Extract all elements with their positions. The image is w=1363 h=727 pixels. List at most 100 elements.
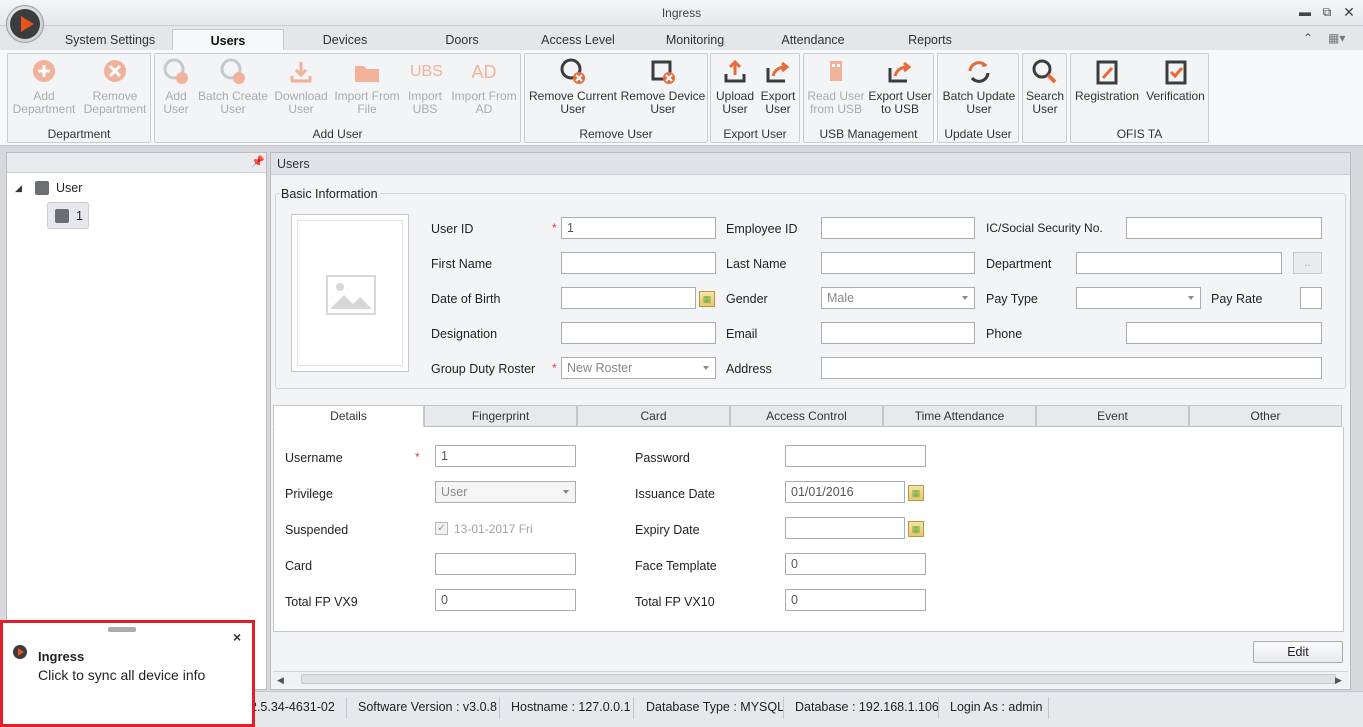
- notification-close-icon[interactable]: ×: [233, 629, 241, 645]
- restore-icon[interactable]: ⧉: [1319, 4, 1335, 20]
- user-id-input[interactable]: 1: [561, 217, 716, 239]
- pin-icon[interactable]: 📌: [251, 155, 265, 168]
- username-input[interactable]: 1: [435, 445, 576, 467]
- first-name-input[interactable]: [561, 252, 716, 274]
- tab-attendance[interactable]: Attendance: [768, 29, 858, 51]
- employee-id-input[interactable]: [821, 217, 975, 239]
- card-input[interactable]: [435, 553, 576, 575]
- calendar-icon[interactable]: ▦: [908, 521, 924, 537]
- ic-input[interactable]: [1126, 217, 1322, 239]
- pay-rate-input[interactable]: [1300, 287, 1322, 309]
- edit-button[interactable]: Edit: [1253, 641, 1343, 663]
- collapse-ribbon-icon[interactable]: ⌃: [1303, 31, 1313, 45]
- upload-user-button[interactable]: Upload User: [713, 58, 757, 116]
- add-user-button[interactable]: Add User: [157, 58, 195, 116]
- batch-create-user-button[interactable]: Batch Create User: [197, 58, 269, 116]
- minimize-icon[interactable]: ▬: [1297, 4, 1313, 20]
- ribbon-group-department: Add Department Remove Department Departm…: [7, 53, 151, 143]
- remove-device-user-label: Remove Device User: [620, 89, 706, 116]
- drag-handle[interactable]: [108, 627, 136, 632]
- registration-icon: [1096, 60, 1118, 85]
- tab-other[interactable]: Other: [1189, 405, 1342, 427]
- export-usb-label: Export User to USB: [868, 89, 932, 116]
- department-input[interactable]: [1076, 252, 1282, 274]
- last-name-input[interactable]: [821, 252, 975, 274]
- import-ad-button[interactable]: AD Import From AD: [449, 58, 519, 116]
- import-from-file-button[interactable]: Import From File: [333, 58, 401, 116]
- export-user-to-usb-button[interactable]: Export User to USB: [866, 58, 934, 116]
- calendar-icon[interactable]: ▦: [908, 485, 924, 501]
- batch-user-icon: [220, 58, 245, 84]
- dob-input[interactable]: [561, 287, 696, 309]
- suspended-checkbox[interactable]: ✓: [435, 522, 448, 535]
- remove-device-icon: [651, 60, 675, 84]
- tab-card[interactable]: Card: [577, 405, 730, 427]
- scroll-thumb[interactable]: [301, 674, 1336, 684]
- calendar-icon[interactable]: ▦: [699, 291, 715, 307]
- status-database: Database : 192.168.1.106: [795, 700, 939, 714]
- horizontal-scrollbar[interactable]: ◀ ▶: [273, 671, 1348, 687]
- download-user-button[interactable]: Download User: [271, 58, 331, 116]
- read-user-from-usb-button[interactable]: Read User from USB: [806, 58, 866, 116]
- tab-monitoring[interactable]: Monitoring: [650, 29, 740, 51]
- email-input[interactable]: [821, 322, 975, 344]
- tree-root-user[interactable]: User: [56, 181, 82, 195]
- tab-event[interactable]: Event: [1036, 405, 1189, 427]
- add-department-button[interactable]: Add Department: [10, 58, 78, 116]
- batch-update-user-button[interactable]: Batch Update User: [940, 58, 1018, 116]
- designation-input[interactable]: [561, 322, 716, 344]
- add-user-label: Add User: [163, 89, 189, 116]
- tab-doors[interactable]: Doors: [420, 29, 504, 51]
- export-user-label: Export User: [760, 89, 796, 116]
- tab-users[interactable]: Users: [172, 29, 284, 51]
- scroll-right-icon[interactable]: ▶: [1335, 675, 1342, 686]
- download-user-label: Download User: [274, 89, 328, 116]
- gender-label: Gender: [726, 292, 768, 306]
- department-browse-button[interactable]: ..: [1293, 252, 1322, 274]
- import-file-label: Import From File: [334, 89, 400, 116]
- pay-type-select[interactable]: [1076, 287, 1201, 309]
- roster-select[interactable]: New Roster: [561, 357, 716, 379]
- import-ubs-button[interactable]: UBS Import UBS: [403, 58, 447, 116]
- fp-vx9-input[interactable]: 0: [435, 589, 576, 611]
- export-user-button[interactable]: Export User: [757, 58, 799, 116]
- scroll-left-icon[interactable]: ◀: [277, 675, 284, 686]
- privilege-select[interactable]: User: [435, 481, 576, 503]
- ribbon-group-usb: Read User from USB Export User to USB US…: [803, 53, 934, 143]
- tab-time-attendance[interactable]: Time Attendance: [883, 405, 1036, 427]
- gender-select[interactable]: Male: [821, 287, 975, 309]
- address-input[interactable]: [821, 357, 1322, 379]
- tree-expand-icon[interactable]: ◢: [15, 183, 22, 194]
- app-menu-button[interactable]: [6, 5, 44, 43]
- remove-department-label: Remove Department: [83, 89, 147, 116]
- close-icon[interactable]: ✕: [1341, 4, 1357, 20]
- group-label-ofis-ta: OFIS TA: [1116, 127, 1163, 141]
- face-template-input[interactable]: 0: [785, 553, 926, 575]
- remove-current-user-button[interactable]: Remove Current User: [527, 58, 619, 116]
- read-usb-label: Read User from USB: [807, 89, 865, 116]
- photo-frame[interactable]: [291, 214, 409, 372]
- password-input[interactable]: [785, 445, 926, 467]
- batch-create-user-label: Batch Create User: [197, 89, 269, 116]
- tab-access-level[interactable]: Access Level: [530, 29, 626, 51]
- tab-system-settings[interactable]: System Settings: [50, 29, 170, 51]
- tab-details[interactable]: Details: [273, 405, 424, 427]
- tab-access-control[interactable]: Access Control: [730, 405, 883, 427]
- tab-fingerprint[interactable]: Fingerprint: [424, 405, 577, 427]
- search-user-button[interactable]: Search User: [1024, 58, 1066, 116]
- tree-node-1[interactable]: 1: [47, 202, 89, 229]
- layout-menu-icon[interactable]: ▦▾: [1328, 31, 1345, 45]
- sync-notification[interactable]: × Ingress Click to sync all device info: [0, 620, 255, 727]
- verification-button[interactable]: Verification: [1143, 58, 1208, 103]
- tab-devices[interactable]: Devices: [300, 29, 390, 51]
- expiry-date-input[interactable]: [785, 517, 905, 539]
- import-ad-label: Import From AD: [451, 89, 517, 116]
- ic-label: IC/Social Security No.: [986, 221, 1103, 235]
- registration-button[interactable]: Registration: [1073, 58, 1141, 103]
- remove-department-button[interactable]: Remove Department: [80, 58, 150, 116]
- phone-input[interactable]: [1126, 322, 1322, 344]
- tab-reports[interactable]: Reports: [890, 29, 970, 51]
- issuance-date-input[interactable]: 01/01/2016: [785, 481, 905, 503]
- fp-vx10-input[interactable]: 0: [785, 589, 926, 611]
- remove-device-user-button[interactable]: Remove Device User: [619, 58, 707, 116]
